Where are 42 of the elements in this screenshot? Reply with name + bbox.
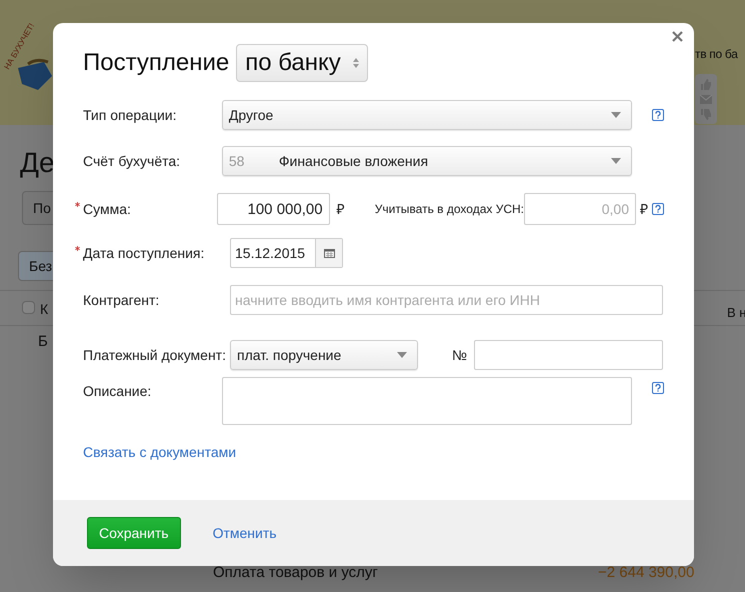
close-icon[interactable] — [672, 30, 682, 42]
usn-income-field[interactable]: 0,00 — [524, 193, 636, 225]
column-header: К — [40, 300, 48, 319]
date-field[interactable]: 15.12.2015 — [230, 238, 343, 268]
logo-drawing — [18, 58, 52, 90]
page-heading: Де — [20, 146, 55, 180]
link-documents[interactable]: Связать с документами — [83, 442, 236, 463]
mail-icon[interactable] — [700, 94, 712, 104]
checkbox[interactable] — [22, 301, 35, 314]
help-icon[interactable] — [652, 109, 664, 121]
field-label: Учитывать в доходах УСН: — [374, 201, 524, 218]
currency-sign: ₽ — [640, 200, 648, 218]
field-label: Счёт бухучёта: — [83, 152, 180, 171]
number-label: № — [452, 346, 468, 364]
sort-arrows-icon — [352, 58, 359, 68]
caret-icon — [397, 352, 407, 358]
description-field[interactable] — [222, 377, 632, 425]
calendar-icon[interactable] — [324, 248, 334, 258]
field-label: Тип операции: — [83, 106, 177, 125]
banner-text: тв по ба — [695, 46, 738, 63]
document-type-select[interactable]: плат. поручение — [230, 340, 418, 370]
field-label: Описание: — [83, 382, 152, 401]
operation-name: Оплата товаров и услуг — [213, 563, 378, 583]
field-label: Дата поступления: — [83, 244, 204, 263]
document-number-field[interactable] — [474, 340, 663, 370]
help-icon[interactable] — [652, 382, 664, 394]
field-label: Сумма: — [83, 200, 131, 219]
contractor-field[interactable]: начните вводить имя контрагента или его ИНН — [230, 285, 663, 315]
field-label: Платежный документ: — [83, 346, 226, 365]
account-select[interactable]: 58 Финансовые вложения — [222, 146, 632, 176]
caret-icon — [610, 112, 621, 118]
caret-icon — [610, 158, 621, 164]
dialog-title: Поступление — [83, 48, 230, 78]
field-label: Контрагент: — [83, 290, 160, 310]
row-label: Б — [38, 332, 48, 352]
amount-value: −2 644 390,00 — [598, 563, 694, 583]
cancel-link[interactable]: Отменить — [212, 522, 277, 544]
operation-type-select[interactable]: Другое — [222, 100, 632, 130]
currency-sign: ₽ — [336, 200, 346, 218]
type-select[interactable]: по банку — [236, 44, 368, 82]
help-icon[interactable] — [652, 203, 664, 215]
amount-field[interactable]: 100 000,00 — [216, 193, 330, 225]
